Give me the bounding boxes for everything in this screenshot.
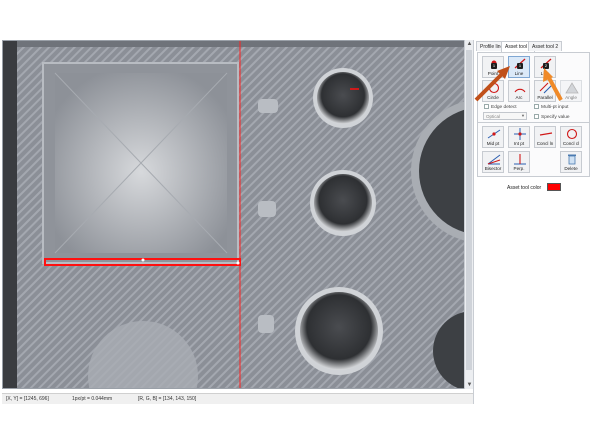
concl-ln-button[interactable]: Concl ln: [534, 126, 556, 148]
optical-select-value: Optical: [486, 114, 501, 119]
circle-button[interactable]: Circle: [482, 80, 504, 102]
bisector-button[interactable]: Bisector: [482, 151, 504, 173]
parallel-label: Parallel: [537, 95, 553, 100]
app-window: ▲ ▼ [X, Y] = [1245, 696] 1px/pt = 0.044m…: [0, 0, 592, 444]
scroll-down-icon[interactable]: ▼: [466, 381, 473, 389]
trash-icon: [568, 154, 576, 165]
status-bar: [X, Y] = [1245, 696] 1px/pt = 0.044mm [R…: [2, 393, 473, 404]
angle-icon: [565, 82, 579, 94]
angle-button[interactable]: Angle: [560, 80, 582, 102]
circle-icon: [488, 82, 500, 94]
concl-cl-button[interactable]: Concl cl: [560, 126, 582, 148]
pixel-scale: 1px/pt = 0.044mm: [72, 396, 113, 402]
concl-circle-icon: [566, 128, 578, 140]
asset-tool-color-swatch[interactable]: [547, 183, 561, 191]
specify-value-option[interactable]: Specify value: [534, 114, 570, 120]
mid-pt-label: Mid pt: [486, 141, 500, 146]
line-1-button[interactable]: 1 Line: [508, 56, 530, 78]
intersection-icon: [514, 128, 526, 140]
arc-button[interactable]: Arc: [508, 80, 530, 102]
tool-panel: Profile line Asset tool 1 Asset tool 2 1…: [473, 40, 592, 404]
int-pt-button[interactable]: Int pt: [508, 126, 530, 148]
int-pt-label: Int pt: [513, 141, 525, 146]
point-label: Point: [487, 71, 499, 76]
scroll-up-icon[interactable]: ▲: [466, 40, 473, 48]
point-button[interactable]: 1 Point: [482, 56, 504, 78]
specify-value-checkbox[interactable]: [534, 114, 539, 119]
perpendicular-icon: [514, 154, 526, 165]
mid-pt-button[interactable]: Mid pt: [482, 126, 504, 148]
midpoint-icon: [487, 129, 501, 139]
arc-icon: [514, 88, 526, 93]
edge-detect-option[interactable]: Edge detect: [484, 104, 517, 110]
perp-button[interactable]: Perp.: [508, 151, 530, 173]
delete-button[interactable]: Delete: [560, 151, 582, 173]
delete-label: Delete: [564, 166, 578, 171]
line-2-badge: 2: [543, 63, 549, 69]
bisector-label: Bisector: [484, 166, 502, 171]
arc-label: Arc: [515, 95, 523, 100]
asset-tool-color-label: Asset tool color: [507, 185, 542, 191]
bisector-icon: [487, 154, 501, 165]
tab-asset-tool-2[interactable]: Asset tool 2: [528, 41, 563, 51]
parallel-button[interactable]: Parallel: [534, 80, 556, 102]
specify-value-label: Specify value: [541, 115, 570, 120]
line-2-button[interactable]: 2 Line: [534, 56, 556, 78]
rgb-readout: [R, G, B] = [134, 143, 150]: [138, 396, 197, 402]
point-badge: 1: [491, 63, 497, 69]
printed-part-image: [3, 41, 472, 388]
scroll-thumb[interactable]: [466, 50, 472, 370]
cursor-coordinates: [X, Y] = [1245, 696]: [6, 396, 49, 402]
construction-tools-group: Mid pt Int pt Concl ln Concl cl Bisector…: [477, 122, 590, 177]
optical-select[interactable]: Optical ▼: [483, 112, 527, 120]
vertical-scrollbar[interactable]: ▲ ▼: [464, 40, 473, 389]
circle-label: Circle: [487, 95, 499, 100]
multi-pt-input-checkbox[interactable]: [534, 104, 539, 109]
line-2-label: Line: [540, 71, 550, 76]
line-1-badge: 1: [517, 63, 523, 69]
chevron-down-icon: ▼: [521, 113, 525, 118]
parallel-icon: [539, 82, 553, 94]
edge-detect-checkbox[interactable]: [484, 104, 489, 109]
edge-detect-label: Edge detect: [491, 105, 517, 110]
multi-pt-input-label: Multi-pt input: [541, 105, 569, 110]
concl-ln-label: Concl ln: [536, 141, 554, 146]
concl-cl-label: Concl cl: [562, 141, 580, 146]
line-1-label: Line: [514, 71, 524, 76]
image-viewport[interactable]: [2, 40, 473, 389]
concl-line-icon: [539, 132, 553, 136]
angle-label: Angle: [565, 95, 577, 100]
multi-pt-input-option[interactable]: Multi-pt input: [534, 104, 568, 110]
perp-label: Perp.: [513, 166, 525, 171]
